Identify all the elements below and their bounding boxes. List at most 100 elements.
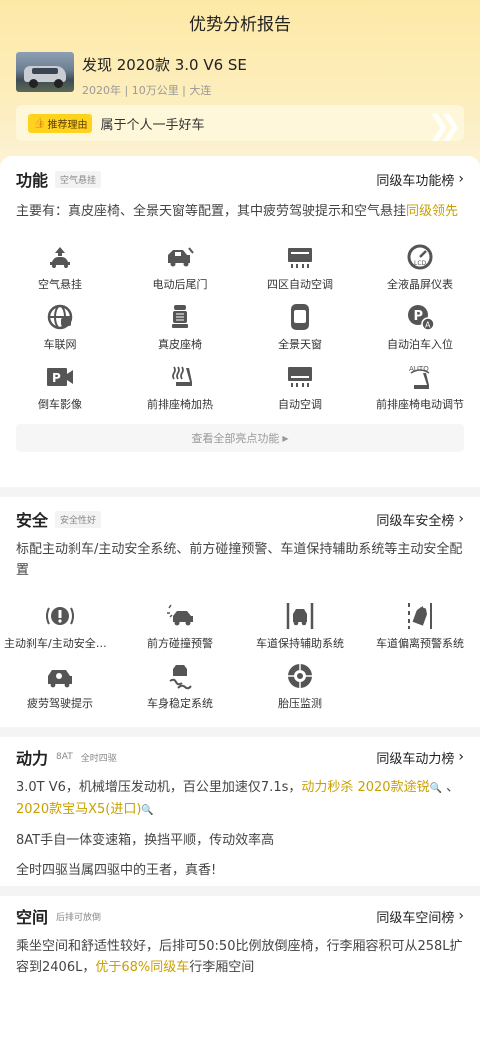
- safety-label: 车道偏离预警系统: [376, 637, 464, 650]
- chevron-right-icon: ›: [458, 511, 464, 527]
- tire-pressure-icon: [286, 663, 314, 689]
- fatigue-alert-icon: [45, 663, 75, 689]
- feature-item[interactable]: 车联网: [0, 300, 120, 360]
- function-rank-link[interactable]: 同级车功能榜 ›: [376, 170, 464, 189]
- feature-label: 空气悬挂: [38, 278, 82, 291]
- compare-link-touareg[interactable]: 动力秒杀 2020款途锐: [301, 780, 429, 795]
- safety-label: 疲劳驾驶提示: [27, 697, 93, 710]
- space-rank-label: 同级车空间榜: [376, 910, 455, 926]
- svg-text:P: P: [52, 371, 61, 385]
- space-rank-link[interactable]: 同级车空间榜 ›: [376, 907, 464, 926]
- power-tag-drive: 全时四驱: [80, 753, 117, 764]
- auto-ac-icon: [286, 364, 314, 390]
- search-icon: 🔍: [141, 805, 154, 816]
- feature-label: 全液晶屏仪表: [387, 278, 453, 291]
- feature-label: 全景天窗: [278, 338, 322, 351]
- power-seat-icon: AUTO: [405, 364, 435, 390]
- space-title: 空间: [16, 908, 49, 927]
- triangle-right-icon: ▶: [282, 433, 289, 443]
- feature-item[interactable]: 空气悬挂: [0, 240, 120, 300]
- connectivity-icon: [47, 304, 73, 330]
- safety-tag: 安全性好: [55, 510, 102, 528]
- function-grid: 空气悬挂 电动后尾门 四区自动空调 LCD 全液晶屏仪表 车联网 真皮座椅 全景…: [0, 240, 480, 420]
- car-thumbnail: [16, 52, 74, 92]
- safety-item[interactable]: 主动刹车/主动安全系统: [0, 599, 120, 659]
- leather-seat-icon: [169, 304, 191, 330]
- safety-item[interactable]: 车道保持辅助系统: [240, 599, 360, 659]
- power-tag-transmission: 8AT: [56, 752, 73, 762]
- power-tailgate-icon: [165, 244, 195, 270]
- search-icon: 🔍: [429, 783, 443, 794]
- air-suspension-icon: [46, 244, 74, 270]
- recommend-badge-label: 推荐理由: [47, 119, 88, 131]
- feature-label: 车联网: [43, 338, 77, 351]
- safety-label: 主动刹车/主动安全系统: [4, 637, 116, 650]
- stability-control-icon: [166, 663, 194, 690]
- feature-item[interactable]: P 倒车影像: [0, 360, 120, 420]
- lane-departure-icon: !: [405, 603, 435, 629]
- safety-item[interactable]: 车身稳定系统: [120, 659, 240, 719]
- feature-item[interactable]: 四区自动空调: [240, 240, 360, 300]
- feature-label: 自动泊车入位: [387, 338, 453, 351]
- power-desc-transmission: 8AT手自一体变速箱，换挡平顺，传动效率高: [16, 833, 275, 848]
- space-desc-suffix: 行李厢空间: [189, 960, 255, 975]
- thumbs-up-icon: 👍: [33, 117, 46, 129]
- function-rank-label: 同级车功能榜: [376, 173, 455, 189]
- chevron-right-icon: ›: [458, 749, 464, 765]
- hero-banner: 优势分析报告 发现 2020款 3.0 V6 SE 2020年 | 10万公里 …: [0, 0, 480, 175]
- space-desc-highlight: 优于68%同级车: [95, 960, 190, 975]
- recommend-badge: 👍 推荐理由: [28, 113, 93, 133]
- feature-item[interactable]: 自动空调: [240, 360, 360, 420]
- active-brake-icon: [45, 603, 75, 629]
- page-title: 优势分析报告: [189, 14, 291, 35]
- feature-label: 前排座椅电动调节: [376, 398, 464, 411]
- space-tag: 后排可放倒: [56, 912, 102, 923]
- four-zone-ac-icon: [286, 244, 314, 270]
- safety-item[interactable]: 胎压监测: [240, 659, 360, 719]
- recommend-reason: 👍 推荐理由 属于个人一手好车 ❯❯: [16, 105, 464, 141]
- feature-item[interactable]: AUTO 前排座椅电动调节: [360, 360, 480, 420]
- seat-heating-icon: [166, 364, 194, 390]
- function-section: 功能 空气悬挂 同级车功能榜 › 主要有：真皮座椅、全景天窗等配置，其中疲劳驾驶提…: [0, 156, 480, 487]
- power-desc-drive: 全时四驱当属四驱中的王者，真香!: [16, 863, 217, 878]
- svg-text:P: P: [414, 309, 424, 324]
- chevron-decoration-icon: ❯❯: [427, 109, 462, 141]
- top-bar: 优势分析报告: [0, 0, 480, 44]
- safety-label: 胎压监测: [278, 697, 322, 710]
- safety-grid: 主动刹车/主动安全系统 前方碰撞预警 车道保持辅助系统 ! 车道偏离预警系统 疲…: [0, 599, 480, 719]
- function-desc-highlight: 同级领先: [406, 204, 459, 219]
- safety-item[interactable]: 疲劳驾驶提示: [0, 659, 120, 719]
- view-all-features-button[interactable]: 查看全部亮点功能 ▶: [16, 424, 464, 452]
- feature-label: 前排座椅加热: [147, 398, 213, 411]
- car-name: 发现 2020款 3.0 V6 SE: [82, 56, 247, 74]
- safety-label: 前方碰撞预警: [147, 637, 213, 650]
- car-summary[interactable]: 发现 2020款 3.0 V6 SE 2020年 | 10万公里 | 大连: [0, 44, 480, 98]
- space-section: 空间 后排可放倒 同级车空间榜 › 乘坐空间和舒适性较好，后排可50:50比例放倒…: [0, 896, 480, 1038]
- power-rank-link[interactable]: 同级车动力榜 ›: [376, 748, 464, 767]
- feature-item[interactable]: 前排座椅加热: [120, 360, 240, 420]
- feature-item[interactable]: 真皮座椅: [120, 300, 240, 360]
- space-desc: 乘坐空间和舒适性较好，后排可50:50比例放倒座椅，行李厢容积可从258L扩容到…: [0, 936, 480, 978]
- reverse-camera-icon: P: [45, 364, 75, 390]
- safety-desc: 标配主动刹车/主动安全系统、前方碰撞预警、车道保持辅助系统等主动安全配置: [16, 542, 463, 578]
- chevron-right-icon: ›: [458, 171, 464, 187]
- separator: 、: [442, 780, 460, 795]
- safety-rank-label: 同级车安全榜: [376, 513, 455, 529]
- safety-item[interactable]: ! 车道偏离预警系统: [360, 599, 480, 659]
- feature-item[interactable]: 全景天窗: [240, 300, 360, 360]
- feature-item[interactable]: 电动后尾门: [120, 240, 240, 300]
- view-all-features-label: 查看全部亮点功能: [191, 432, 280, 445]
- safety-rank-link[interactable]: 同级车安全榜 ›: [376, 510, 464, 529]
- compare-link-x5[interactable]: 2020款宝马X5(进口): [16, 802, 141, 817]
- feature-item[interactable]: PA 自动泊车入位: [360, 300, 480, 360]
- function-desc: 主要有：真皮座椅、全景天窗等配置，其中疲劳驾驶提示和空气悬挂同级领先: [0, 201, 480, 222]
- svg-text:LCD: LCD: [414, 260, 427, 267]
- safety-label: 车道保持辅助系统: [256, 637, 344, 650]
- lcd-gauge-icon: LCD: [406, 244, 434, 270]
- power-rank-label: 同级车动力榜: [376, 751, 455, 767]
- lane-keep-icon: [285, 603, 315, 629]
- feature-item[interactable]: LCD 全液晶屏仪表: [360, 240, 480, 300]
- chevron-right-icon: ›: [458, 908, 464, 924]
- feature-label: 电动后尾门: [152, 278, 208, 291]
- safety-item[interactable]: 前方碰撞预警: [120, 599, 240, 659]
